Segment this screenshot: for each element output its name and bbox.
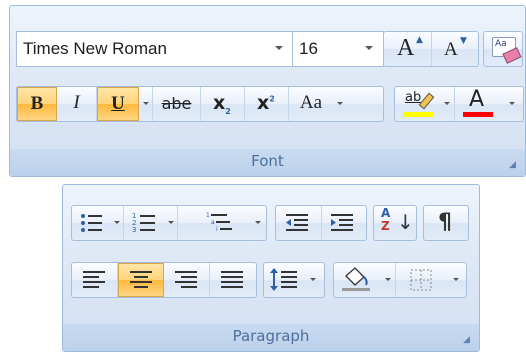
- shading-button[interactable]: [334, 263, 380, 297]
- highlight-dropdown-arrow: [444, 102, 450, 105]
- superscript-button[interactable]: x2: [245, 87, 289, 121]
- paint-bucket-icon: [342, 267, 370, 291]
- paragraph-group-footer: Paragraph ◢: [63, 324, 479, 351]
- shrink-font-label: A: [444, 39, 458, 60]
- align-center-icon: [130, 271, 152, 288]
- align-left-button[interactable]: [72, 263, 118, 297]
- subscript-button[interactable]: x2: [201, 87, 245, 121]
- svg-text:1: 1: [206, 212, 210, 219]
- paragraph-dialog-launcher-icon[interactable]: ◢: [463, 335, 474, 345]
- change-case-dropdown[interactable]: [333, 87, 347, 121]
- font-size-dropdown-arrow[interactable]: [365, 46, 373, 50]
- decrease-indent-icon: [286, 214, 308, 231]
- svg-text:a: a: [211, 219, 215, 226]
- underline-dropdown-arrow: [143, 102, 149, 105]
- sort-az-icon: AZ: [381, 206, 391, 233]
- bold-button[interactable]: B: [17, 87, 57, 121]
- font-color-dropdown[interactable]: [501, 87, 523, 121]
- underline-button[interactable]: U: [97, 87, 139, 121]
- italic-label: I: [73, 92, 80, 113]
- paragraph-group: 1 2 3 1 a i A Z ↓ ¶ Paragraph ◢: [62, 184, 480, 352]
- font-size-value: 16: [299, 39, 318, 58]
- color-buttons-row: ab A: [394, 86, 524, 122]
- shading-dropdown[interactable]: [380, 263, 396, 297]
- underline-label: U: [111, 93, 125, 114]
- bullets-icon: [81, 214, 102, 232]
- borders-icon: [410, 269, 432, 291]
- shading-dropdown-arrow: [385, 278, 391, 281]
- subscript-label: x2: [213, 92, 231, 116]
- strikethrough-button[interactable]: abe: [153, 87, 201, 121]
- font-name-combo[interactable]: Times New Roman: [16, 31, 295, 67]
- sort-button[interactable]: AZ ↓: [373, 205, 417, 241]
- italic-button[interactable]: I: [57, 87, 97, 121]
- change-case-button[interactable]: Aa: [289, 87, 333, 121]
- borders-dropdown-arrow: [453, 278, 459, 281]
- grow-font-label: A: [397, 35, 415, 61]
- line-spacing-icon: [270, 268, 297, 291]
- increase-indent-icon: [331, 214, 353, 231]
- highlight-color-bar: [403, 112, 433, 117]
- svg-text:3: 3: [132, 226, 136, 234]
- font-name-dropdown-arrow[interactable]: [275, 46, 283, 50]
- list-buttons: 1 2 3 1 a i: [71, 205, 267, 241]
- pilcrow-icon: ¶: [438, 210, 452, 235]
- font-size-buttons: A ▲ A ▼: [383, 31, 479, 67]
- sort-arrow-icon: ↓: [397, 210, 414, 234]
- numbering-icon: 1 2 3: [132, 212, 155, 234]
- strikethrough-label: abe: [161, 94, 192, 113]
- bold-label: B: [30, 93, 44, 114]
- align-left-icon: [83, 271, 105, 288]
- paragraph-group-title: Paragraph: [232, 327, 310, 345]
- font-color-label: A: [469, 87, 485, 112]
- font-size-combo[interactable]: 16: [292, 31, 384, 67]
- indent-buttons: [275, 205, 367, 241]
- underline-dropdown[interactable]: [139, 87, 153, 121]
- font-color-dropdown-arrow: [509, 102, 515, 105]
- bullets-button[interactable]: [72, 206, 110, 240]
- change-case-dropdown-arrow: [337, 102, 343, 105]
- align-right-button[interactable]: [164, 263, 210, 297]
- multilevel-list-dropdown[interactable]: [250, 206, 266, 240]
- font-group: Times New Roman 16 A ▲ A ▼ Aa B I U abe …: [9, 5, 526, 177]
- highlight-button[interactable]: ab: [395, 87, 439, 121]
- show-marks-button[interactable]: ¶: [423, 205, 469, 241]
- bullets-dropdown-arrow: [114, 221, 120, 224]
- justify-icon: [221, 271, 243, 288]
- shading-borders-buttons: [333, 262, 467, 298]
- superscript-label: x2: [257, 92, 275, 114]
- font-name-value: Times New Roman: [23, 39, 167, 58]
- shrink-font-button[interactable]: A ▼: [432, 32, 478, 66]
- change-case-label: Aa: [299, 92, 323, 113]
- borders-dropdown[interactable]: [446, 263, 466, 297]
- numbering-button[interactable]: 1 2 3: [124, 206, 164, 240]
- grow-arrow-icon: ▲: [416, 35, 423, 45]
- grow-font-button[interactable]: A ▲: [384, 32, 432, 66]
- increase-indent-button[interactable]: [322, 206, 366, 240]
- numbering-dropdown-arrow: [168, 221, 174, 224]
- bullets-dropdown[interactable]: [110, 206, 124, 240]
- font-group-footer: Font ◢: [10, 149, 525, 176]
- shrink-arrow-icon: ▼: [460, 36, 467, 46]
- line-spacing-dropdown-arrow[interactable]: [310, 278, 316, 281]
- align-center-button[interactable]: [118, 263, 164, 297]
- multilevel-list-icon: 1 a i: [206, 212, 232, 233]
- alignment-buttons: [71, 262, 257, 298]
- highlight-dropdown[interactable]: [439, 87, 455, 121]
- numbering-dropdown[interactable]: [164, 206, 178, 240]
- font-color-bar: [463, 112, 493, 117]
- multilevel-list-dropdown-arrow: [255, 221, 261, 224]
- font-dialog-launcher-icon[interactable]: ◢: [509, 160, 520, 170]
- font-color-button[interactable]: A: [455, 87, 501, 121]
- font-group-title: Font: [251, 152, 284, 170]
- clear-formatting-button[interactable]: Aa: [483, 31, 523, 67]
- multilevel-list-button[interactable]: 1 a i: [178, 206, 250, 240]
- align-right-icon: [175, 271, 197, 288]
- format-buttons-row: B I U abe x2 x2 Aa: [16, 86, 384, 122]
- svg-text:i: i: [216, 226, 218, 233]
- line-spacing-button[interactable]: [263, 262, 325, 298]
- decrease-indent-button[interactable]: [276, 206, 322, 240]
- borders-button[interactable]: [396, 263, 446, 297]
- justify-button[interactable]: [210, 263, 256, 297]
